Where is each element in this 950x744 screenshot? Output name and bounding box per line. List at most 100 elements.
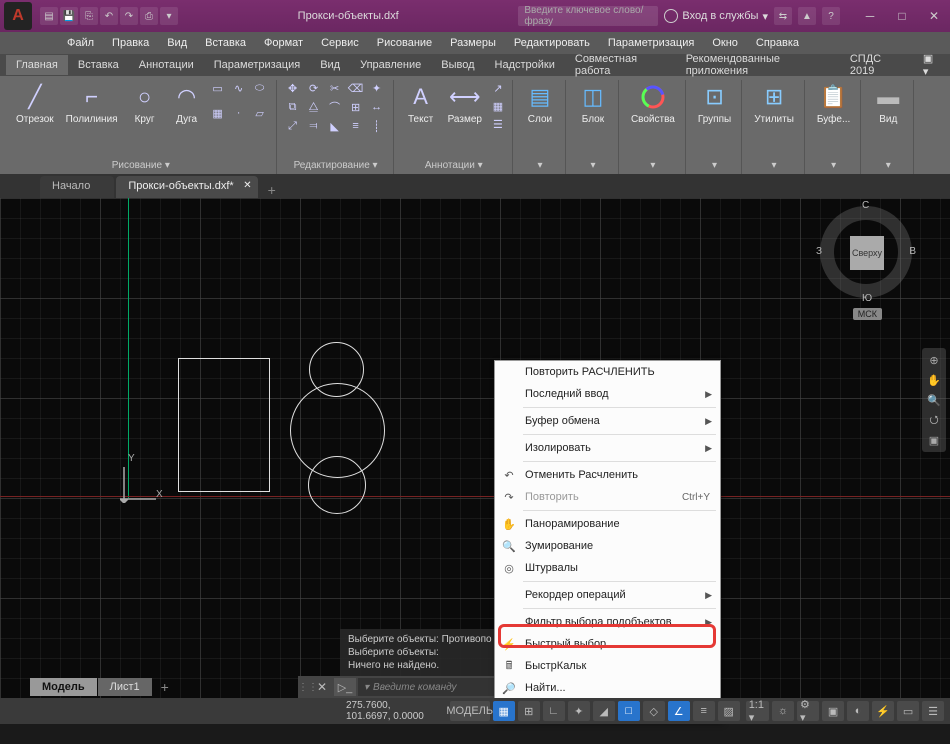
tool-break-icon[interactable]: ┊ <box>369 118 385 134</box>
tool-view[interactable]: ▬Вид <box>869 80 907 127</box>
panel-annot-title[interactable]: Аннотации ▾ <box>425 157 483 174</box>
qat-saveas-icon[interactable]: ⎘ <box>80 7 98 25</box>
status-customize-icon[interactable]: ☰ <box>922 701 944 721</box>
cmd-close-icon[interactable]: ✕ <box>312 680 332 694</box>
layout-tab-add[interactable]: + <box>153 679 177 695</box>
tool-copy-icon[interactable]: ⧉ <box>285 99 301 115</box>
tool-groups[interactable]: ⊡Группы <box>694 80 735 127</box>
ctx-find[interactable]: 🔎Найти... <box>495 677 720 699</box>
tool-ellipse-icon[interactable]: ⬭ <box>252 80 268 96</box>
menu-tools[interactable]: Сервис <box>312 34 368 52</box>
ribbon-tab-addins[interactable]: Надстройки <box>485 55 565 75</box>
status-polar-icon[interactable]: ✦ <box>568 701 590 721</box>
tool-properties[interactable]: Свойства <box>627 80 679 127</box>
view-cube[interactable]: Сверху С Ю В З <box>820 206 912 298</box>
tool-mirror-icon[interactable]: ⧋ <box>306 99 322 115</box>
ribbon-tab-manage[interactable]: Управление <box>350 55 431 75</box>
ctx-subobject-filter[interactable]: Фильтр выбора подобъектов▶ <box>495 611 720 633</box>
layout-tab-sheet1[interactable]: Лист1 <box>98 678 152 696</box>
viewcube-top-face[interactable]: Сверху <box>850 236 884 270</box>
tab-close-icon[interactable]: ✕ <box>243 180 251 191</box>
tool-rotate-icon[interactable]: ⟳ <box>306 80 322 96</box>
tool-line[interactable]: ╱Отрезок <box>12 80 58 127</box>
tool-arc[interactable]: ◠Дуга <box>168 80 206 127</box>
tool-point-icon[interactable]: · <box>231 105 247 121</box>
status-hwaccel-icon[interactable]: ⚡ <box>872 701 894 721</box>
ctx-steeringwheel[interactable]: ◎Штурвалы <box>495 557 720 579</box>
status-coordinates[interactable]: 275.7600, 101.6697, 0.0000 <box>346 700 437 722</box>
qat-redo-icon[interactable]: ↷ <box>120 7 138 25</box>
panel-draw-title[interactable]: Рисование ▾ <box>112 157 170 174</box>
tool-align-icon[interactable]: ≡ <box>348 118 364 134</box>
status-workspace-icon[interactable]: ⚙ ▾ <box>797 701 819 721</box>
cmd-prompt-icon[interactable]: ▷_ <box>334 678 356 696</box>
ctx-quickcalc[interactable]: 🖩БыстрКальк <box>495 655 720 677</box>
tool-leader-icon[interactable]: ↗ <box>490 80 506 96</box>
tool-hatch-icon[interactable]: ▦ <box>210 105 226 121</box>
ribbon-tab-output[interactable]: Вывод <box>431 55 484 75</box>
ctx-pan[interactable]: ✋Панорамирование <box>495 513 720 535</box>
status-isodraft-icon[interactable]: ◢ <box>593 701 615 721</box>
status-3dosnap-icon[interactable]: ◇ <box>643 701 665 721</box>
tool-utilities[interactable]: ⊞Утилиты <box>750 80 798 127</box>
tool-region-icon[interactable]: ▱ <box>252 105 268 121</box>
menu-insert[interactable]: Вставка <box>196 34 255 52</box>
menu-file[interactable]: Файл <box>58 34 103 52</box>
status-otrack-icon[interactable]: ∠ <box>668 701 690 721</box>
drawn-rectangle[interactable] <box>178 358 270 492</box>
qat-more-icon[interactable]: ▾ <box>160 7 178 25</box>
tool-offset-icon[interactable]: ⫤ <box>306 118 322 134</box>
qat-save-icon[interactable]: 💾 <box>60 7 78 25</box>
menu-edit[interactable]: Правка <box>103 34 158 52</box>
tab-start[interactable]: Начало <box>40 176 114 198</box>
ribbon-tab-parametric[interactable]: Параметризация <box>204 55 310 75</box>
panel-modify-title[interactable]: Редактирование ▾ <box>294 157 378 174</box>
menu-dimension[interactable]: Размеры <box>441 34 505 52</box>
status-monitor-icon[interactable]: ▣ <box>822 701 844 721</box>
tool-explode-icon[interactable]: ✦ <box>369 80 385 96</box>
ctx-recent-input[interactable]: Последний ввод▶ <box>495 383 720 405</box>
tool-move-icon[interactable]: ✥ <box>285 80 301 96</box>
ribbon-tab-annotate[interactable]: Аннотации <box>129 55 204 75</box>
menu-draw[interactable]: Рисование <box>368 34 441 52</box>
status-annoscale-icon[interactable]: 1:1 ▾ <box>746 701 769 721</box>
ribbon-tab-insert[interactable]: Вставка <box>68 55 129 75</box>
tool-spline-icon[interactable]: ∿ <box>231 80 247 96</box>
ctx-quick-select[interactable]: ⚡Быстрый выбор... <box>495 633 720 655</box>
status-grid-icon[interactable]: ▦ <box>493 701 515 721</box>
nav-pan-icon[interactable]: ✋ <box>925 371 943 389</box>
menu-format[interactable]: Формат <box>255 34 312 52</box>
tool-layers[interactable]: ▤Слои <box>521 80 559 127</box>
status-ortho-icon[interactable]: ∟ <box>543 701 565 721</box>
status-osnap-icon[interactable]: □ <box>618 701 640 721</box>
layout-tab-model[interactable]: Модель <box>30 678 97 696</box>
tool-block[interactable]: ◫Блок <box>574 80 612 127</box>
qat-undo-icon[interactable]: ↶ <box>100 7 118 25</box>
tool-chamfer-icon[interactable]: ◣ <box>327 118 343 134</box>
tool-rect-icon[interactable]: ▭ <box>210 80 226 96</box>
ribbon-tab-featured[interactable]: Рекомендованные приложения <box>676 49 840 81</box>
status-transparency-icon[interactable]: ▨ <box>718 701 740 721</box>
tool-trim-icon[interactable]: ✂ <box>327 80 343 96</box>
tool-table-icon[interactable]: ▦ <box>490 98 506 114</box>
status-isolate-icon[interactable]: ◐ <box>847 701 869 721</box>
sign-in-button[interactable]: Вход в службы ▾ <box>664 9 768 23</box>
cmd-grip-icon[interactable]: ⋮⋮ <box>298 682 312 693</box>
exchange-icon[interactable]: ⇆ <box>774 7 792 25</box>
status-snap-icon[interactable]: ⊞ <box>518 701 540 721</box>
tool-text[interactable]: AТекст <box>402 80 440 132</box>
nav-orbit-icon[interactable]: ⭯ <box>925 411 943 429</box>
tool-fillet-icon[interactable]: ⌒ <box>327 99 343 115</box>
ribbon-tab-collab[interactable]: Совместная работа <box>565 49 676 81</box>
nav-zoom-icon[interactable]: 🔍 <box>925 391 943 409</box>
ctx-zoom[interactable]: 🔍Зумирование <box>495 535 720 557</box>
ctx-undo[interactable]: ↶Отменить Расчленить <box>495 464 720 486</box>
ctx-repeat[interactable]: Повторить РАСЧЛЕНИТЬ <box>495 361 720 383</box>
drawn-circle-bottom[interactable] <box>308 456 366 514</box>
a360-icon[interactable]: ▲ <box>798 7 816 25</box>
tool-dimension[interactable]: ⟷Размер <box>444 80 486 132</box>
status-lineweight-icon[interactable]: ≡ <box>693 701 715 721</box>
tool-polyline[interactable]: ⌐Полилиния <box>62 80 122 127</box>
search-input[interactable]: Введите ключевое слово/фразу <box>518 6 658 26</box>
tool-circle[interactable]: ○Круг <box>126 80 164 127</box>
